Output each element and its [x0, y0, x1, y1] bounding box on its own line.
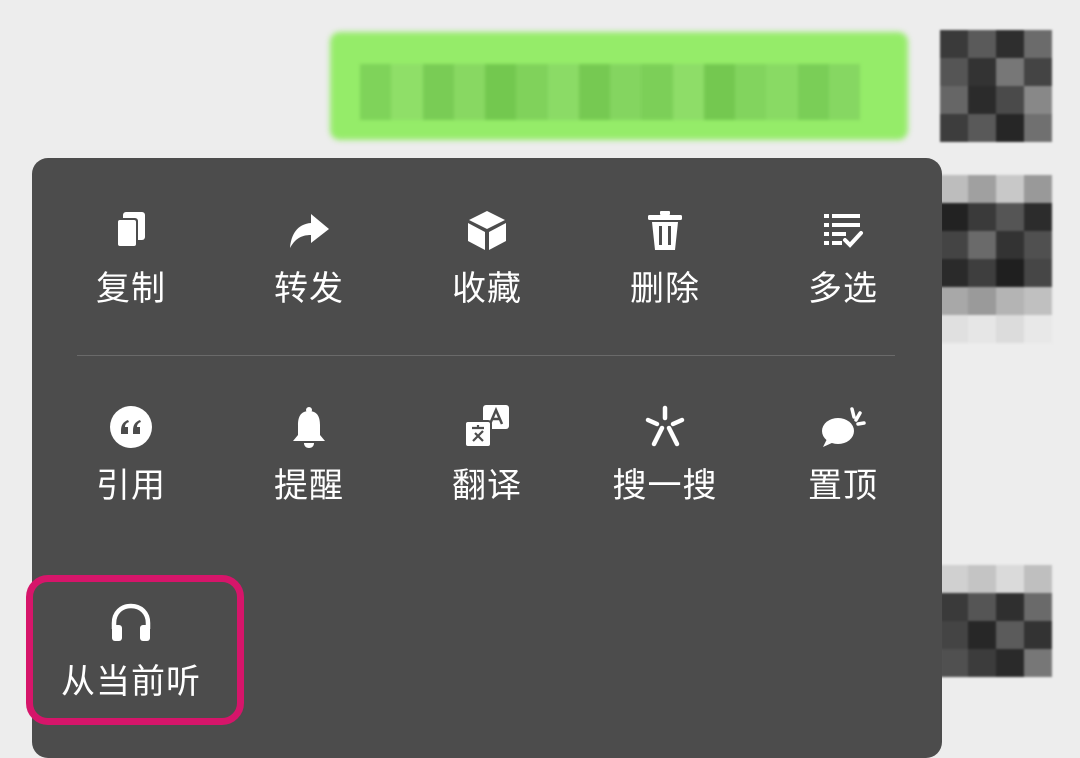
menu-item-remind[interactable]: 提醒 [220, 402, 398, 512]
menu-item-delete[interactable]: 删除 [576, 205, 754, 315]
pin-top-icon [818, 402, 868, 452]
menu-item-label: 搜一搜 [612, 466, 718, 506]
menu-item-pin[interactable]: 置顶 [754, 402, 932, 512]
menu-item-label: 复制 [96, 269, 166, 309]
menu-item-label: 提醒 [274, 466, 344, 506]
menu-item-quote[interactable]: 引用 [42, 402, 220, 512]
search-sparkle-icon [640, 402, 690, 452]
highlight-annotation-box [26, 575, 244, 725]
favorite-icon [462, 205, 512, 255]
menu-row-2: 引用 提醒 翻译 搜一搜 置顶 [42, 402, 932, 512]
menu-item-label: 引用 [96, 466, 166, 506]
menu-item-translate[interactable]: 翻译 [398, 402, 576, 512]
menu-divider [77, 355, 895, 356]
bell-icon [284, 402, 334, 452]
menu-item-favorite[interactable]: 收藏 [398, 205, 576, 315]
delete-icon [640, 205, 690, 255]
menu-item-label: 置顶 [808, 466, 878, 506]
chat-avatar-lower [940, 565, 1052, 677]
menu-item-forward[interactable]: 转发 [220, 205, 398, 315]
menu-item-label: 多选 [808, 269, 878, 309]
translate-icon [462, 402, 512, 452]
menu-row-1: 复制 转发 收藏 删除 多选 [42, 205, 932, 315]
menu-item-label: 翻译 [452, 466, 522, 506]
menu-item-label: 转发 [274, 269, 344, 309]
quote-icon [106, 402, 156, 452]
menu-item-label: 删除 [630, 269, 700, 309]
menu-item-search[interactable]: 搜一搜 [576, 402, 754, 512]
forward-icon [284, 205, 334, 255]
copy-icon [106, 205, 156, 255]
menu-item-copy[interactable]: 复制 [42, 205, 220, 315]
sender-avatar[interactable] [940, 30, 1052, 142]
menu-item-multi-select[interactable]: 多选 [754, 205, 932, 315]
multi-select-icon [818, 205, 868, 255]
blurred-message-text [360, 64, 860, 120]
menu-item-label: 收藏 [452, 269, 522, 309]
chat-avatar-block [940, 175, 1052, 343]
